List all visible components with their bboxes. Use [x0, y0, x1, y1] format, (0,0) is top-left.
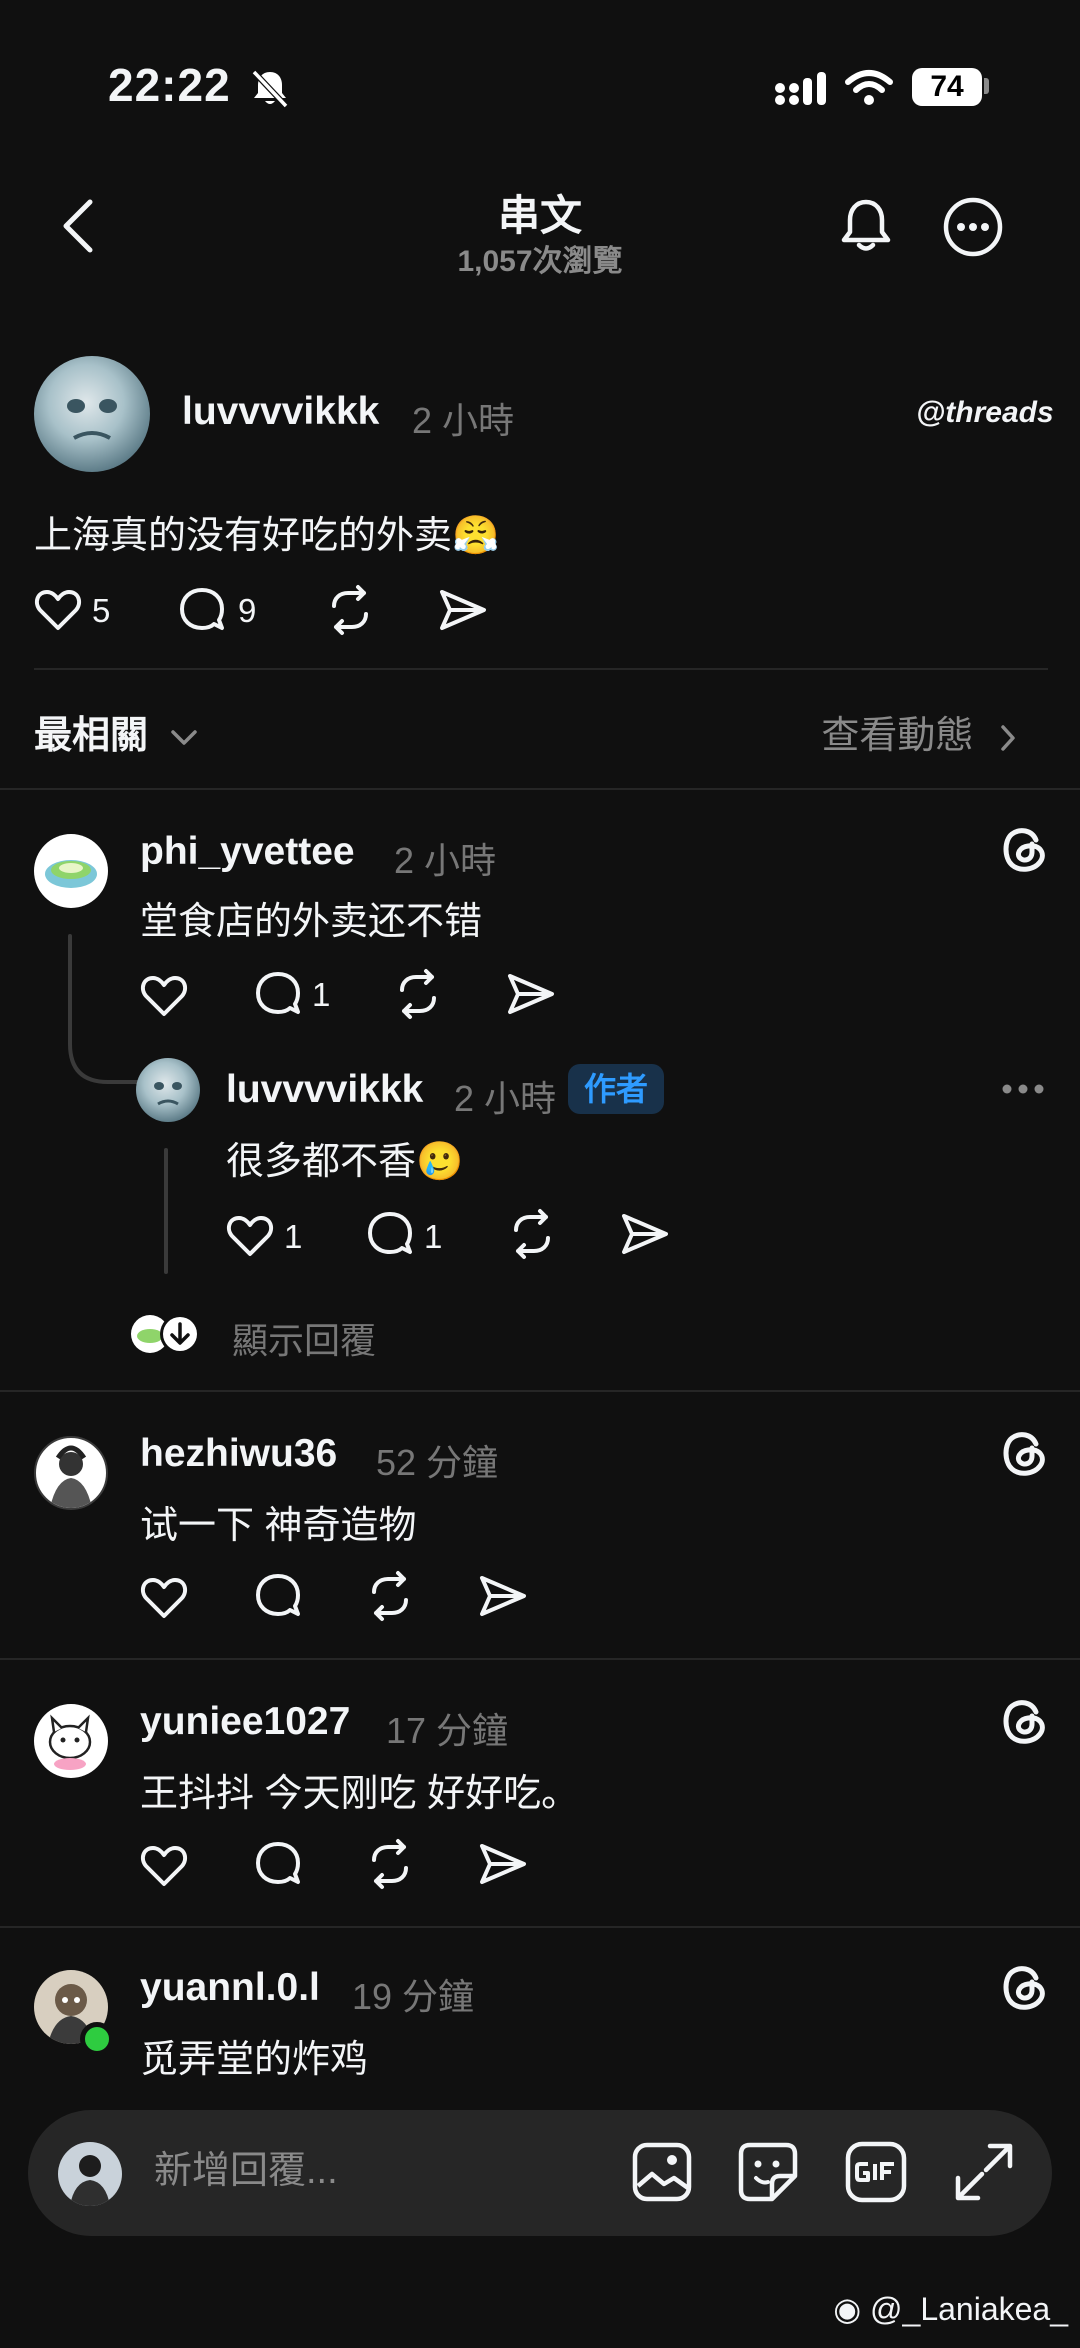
share-send-icon[interactable]: [438, 586, 488, 634]
repost-icon[interactable]: [364, 1838, 416, 1890]
avatar-cat-icon: [48, 1714, 92, 1770]
repost-icon[interactable]: [324, 584, 376, 636]
chevron-right-icon: [1001, 725, 1015, 751]
comment-time: 19 分鐘: [352, 1976, 475, 2017]
silent-bell-icon: [251, 69, 289, 109]
view-activity-label: 查看動態: [821, 715, 974, 757]
show-replies-avatars-icon[interactable]: [128, 1312, 204, 1356]
post-text: 上海真的没有好吃的外卖😤: [34, 515, 500, 557]
comment-avatar[interactable]: [34, 1436, 108, 1510]
comment-username[interactable]: yuannl.0.l: [140, 1966, 320, 2010]
share-send-icon[interactable]: [506, 970, 556, 1018]
reply-username[interactable]: luvvvvikkk: [226, 1068, 423, 1112]
current-user-avatar: [58, 2142, 122, 2206]
author-badge: 作者: [568, 1064, 665, 1114]
more-dots-icon[interactable]: [1000, 1082, 1046, 1096]
post-reply-count: 9: [238, 592, 257, 629]
reply-bubble-icon[interactable]: [178, 586, 226, 634]
reply-author-avatar[interactable]: [136, 1058, 200, 1122]
comment-text: 王抖抖 今天刚吃 好好吃。: [140, 1773, 580, 1815]
comment-text: 觅弄堂的炸鸡: [140, 2039, 369, 2081]
post-author-avatar[interactable]: [34, 356, 150, 472]
reply-input[interactable]: [154, 2150, 594, 2193]
more-options-icon[interactable]: [942, 196, 1004, 258]
show-replies-link[interactable]: 顯示回覆: [232, 1312, 376, 1364]
page-title: 串文: [497, 192, 582, 239]
reply-bubble-icon[interactable]: [254, 970, 302, 1018]
threads-logo-icon[interactable]: [1000, 1962, 1046, 2012]
bell-icon[interactable]: [834, 194, 898, 258]
post-like-count: 5: [92, 592, 111, 629]
status-time: 22:22: [108, 59, 231, 111]
thread-connector-line: [68, 934, 158, 1084]
avatar-face-icon: [67, 399, 117, 440]
share-send-icon[interactable]: [478, 1572, 528, 1620]
online-status-dot: [80, 2022, 114, 2056]
comment-time: 52 分鐘: [376, 1442, 499, 1483]
comment-text: 堂食店的外卖还不错: [140, 901, 483, 943]
section-divider: [0, 788, 1080, 790]
comment-username[interactable]: phi_yvettee: [140, 830, 355, 874]
image-gallery-icon[interactable]: [630, 2140, 694, 2204]
weibo-logo-icon: ◉: [833, 2291, 862, 2327]
post-time: 2 小時: [412, 400, 515, 441]
gif-icon[interactable]: [844, 2140, 908, 2204]
repost-icon[interactable]: [392, 968, 444, 1020]
comment-avatar[interactable]: [34, 1704, 108, 1778]
post-divider: [34, 668, 1048, 670]
comment-time: 2 小時: [394, 840, 497, 881]
threads-logo-icon[interactable]: [1000, 1696, 1046, 1746]
cellular-signal-icon: [775, 72, 826, 105]
reply-text: 很多都不香🥲: [226, 1141, 464, 1183]
avatar-person-icon: [70, 2155, 110, 2206]
reply-like-count: 1: [284, 1218, 303, 1255]
comment-avatar[interactable]: [34, 834, 108, 908]
battery-level: 74: [912, 68, 982, 106]
reply-bubble-icon[interactable]: [254, 1840, 302, 1888]
comment-username[interactable]: yuniee1027: [140, 1700, 350, 1744]
share-send-icon[interactable]: [478, 1840, 528, 1888]
comment-divider: [0, 1390, 1080, 1392]
chevron-down-icon: [170, 730, 197, 745]
sort-label: 最相關: [34, 715, 149, 757]
sort-selector[interactable]: 最相關: [34, 704, 199, 759]
battery-tip: [984, 78, 989, 94]
post-username[interactable]: luvvvvikkk: [182, 390, 379, 434]
expand-icon[interactable]: [952, 2140, 1016, 2204]
view-count: 1,057次瀏覽: [457, 245, 623, 278]
threads-logo-icon: @: [916, 396, 946, 429]
avatar-bowl-icon: [45, 860, 97, 888]
comment-username[interactable]: hezhiwu36: [140, 1432, 337, 1476]
comment-time: 17 分鐘: [386, 1710, 509, 1751]
reply-bubble-icon[interactable]: [366, 1210, 414, 1258]
comment-divider: [0, 1926, 1080, 1928]
like-heart-icon[interactable]: [226, 1214, 274, 1258]
share-send-icon[interactable]: [620, 1210, 670, 1258]
comment-reply-count: 1: [312, 976, 331, 1013]
avatar-figure-icon: [50, 1445, 92, 1508]
watermark-text: @_Laniakea_: [870, 2291, 1068, 2327]
threads-logo-icon[interactable]: [1000, 824, 1046, 874]
threads-logo-icon[interactable]: [1000, 1428, 1046, 1478]
avatar-face-icon: [154, 1082, 182, 1106]
repost-icon[interactable]: [364, 1570, 416, 1622]
reply-time: 2 小時: [454, 1078, 557, 1119]
comment-text: 试一下 神奇造物: [140, 1505, 417, 1547]
like-heart-icon[interactable]: [140, 1576, 188, 1620]
like-heart-icon[interactable]: [140, 1844, 188, 1888]
view-activity-link[interactable]: 查看動態: [821, 704, 1016, 759]
threads-brand-label: threads: [945, 396, 1054, 429]
sticker-icon[interactable]: [736, 2140, 800, 2204]
comment-divider: [0, 1658, 1080, 1660]
watermark: ◉ @_Laniakea_: [833, 2290, 1068, 2328]
reply-reply-count: 1: [424, 1218, 443, 1255]
repost-icon[interactable]: [506, 1208, 558, 1260]
wifi-icon: [845, 70, 893, 105]
like-heart-icon[interactable]: [34, 588, 82, 632]
reply-thread-line: [164, 1148, 168, 1274]
threads-brand: @threads: [916, 396, 1054, 430]
reply-bubble-icon[interactable]: [254, 1572, 302, 1620]
